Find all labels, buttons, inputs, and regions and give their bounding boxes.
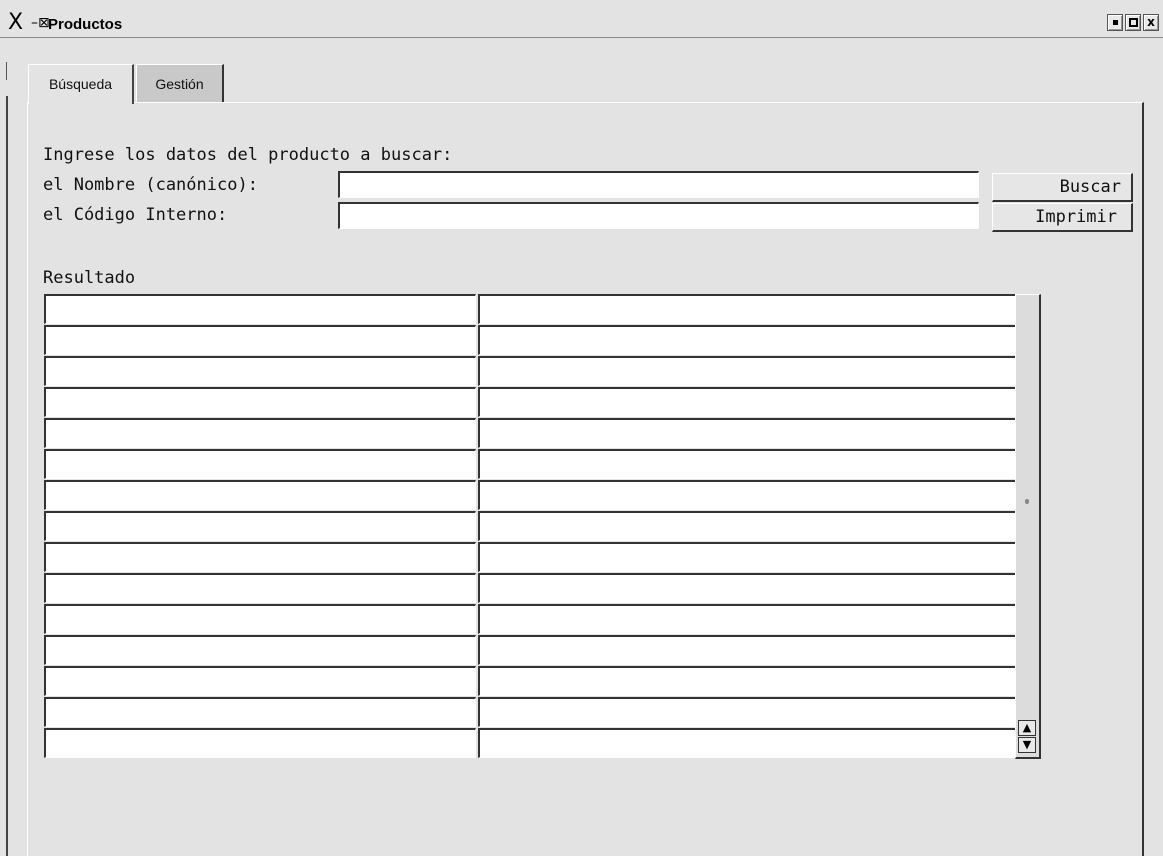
result-cell-col1[interactable] <box>44 573 476 603</box>
table-row <box>44 542 1016 573</box>
table-row <box>44 387 1016 418</box>
result-cell-col2[interactable] <box>478 697 1016 727</box>
result-cell-col1[interactable] <box>44 480 476 510</box>
result-cell-col2[interactable] <box>478 449 1016 479</box>
table-row <box>44 697 1016 728</box>
result-cell-col2[interactable] <box>478 573 1016 603</box>
tab-busqueda[interactable]: Búsqueda <box>28 64 134 104</box>
table-row <box>44 666 1016 697</box>
table-row <box>44 573 1016 604</box>
imprimir-button[interactable]: Imprimir <box>992 203 1133 232</box>
result-cell-col1[interactable] <box>44 356 476 386</box>
close-icon[interactable]: x <box>1143 14 1159 31</box>
tab-gestion[interactable]: Gestión <box>136 64 224 102</box>
minimize-icon[interactable] <box>1107 14 1123 31</box>
table-row <box>44 604 1016 635</box>
search-heading: Ingrese los datos del producto a buscar: <box>43 145 453 165</box>
results-grid <box>44 294 1016 759</box>
window-title: Productos <box>48 16 123 33</box>
table-row <box>44 356 1016 387</box>
result-cell-col2[interactable] <box>478 728 1016 758</box>
pin-icon[interactable]: –⊠ <box>31 14 50 32</box>
table-row <box>44 511 1016 542</box>
result-cell-col1[interactable] <box>44 449 476 479</box>
result-cell-col2[interactable] <box>478 666 1016 696</box>
result-cell-col1[interactable] <box>44 325 476 355</box>
code-label: el Código Interno: <box>43 205 228 225</box>
table-row <box>44 325 1016 356</box>
table-row <box>44 728 1016 759</box>
productos-window: X –⊠ Productos x Búsqueda Gestión Ingres… <box>0 0 1163 856</box>
result-cell-col1[interactable] <box>44 635 476 665</box>
table-row <box>44 418 1016 449</box>
scroll-thumb[interactable] <box>1025 499 1029 504</box>
results-label: Resultado <box>43 268 136 288</box>
buscar-button[interactable]: Buscar <box>992 173 1133 202</box>
table-row <box>44 449 1016 480</box>
table-row <box>44 480 1016 511</box>
result-cell-col1[interactable] <box>44 511 476 541</box>
title-bar[interactable]: X –⊠ Productos x <box>0 10 1163 38</box>
window-edge-mark <box>6 62 7 80</box>
result-cell-col1[interactable] <box>44 294 476 324</box>
name-label: el Nombre (canónico): <box>43 175 258 195</box>
result-cell-col1[interactable] <box>44 418 476 448</box>
result-cell-col1[interactable] <box>44 387 476 417</box>
result-cell-col2[interactable] <box>478 387 1016 417</box>
results-scrollbar[interactable]: ▲ ▼ <box>1015 294 1041 759</box>
result-cell-col2[interactable] <box>478 325 1016 355</box>
scroll-up-icon[interactable]: ▲ <box>1018 720 1036 736</box>
result-cell-col1[interactable] <box>44 697 476 727</box>
result-cell-col2[interactable] <box>478 635 1016 665</box>
result-cell-col2[interactable] <box>478 480 1016 510</box>
result-cell-col2[interactable] <box>478 294 1016 324</box>
result-cell-col1[interactable] <box>44 542 476 572</box>
maximize-icon[interactable] <box>1125 14 1141 31</box>
result-cell-col2[interactable] <box>478 356 1016 386</box>
result-cell-col2[interactable] <box>478 418 1016 448</box>
result-cell-col1[interactable] <box>44 666 476 696</box>
code-input[interactable] <box>338 202 979 229</box>
result-cell-col1[interactable] <box>44 604 476 634</box>
tab-busqueda-label: Búsqueda <box>48 76 113 92</box>
x-icon[interactable]: X <box>8 10 23 36</box>
result-cell-col1[interactable] <box>44 728 476 758</box>
name-input[interactable] <box>338 171 979 198</box>
result-cell-col2[interactable] <box>478 511 1016 541</box>
result-cell-col2[interactable] <box>478 604 1016 634</box>
window-left-border <box>6 96 8 856</box>
result-cell-col2[interactable] <box>478 542 1016 572</box>
tab-gestion-label: Gestión <box>155 76 204 92</box>
scroll-down-icon[interactable]: ▼ <box>1018 737 1036 753</box>
window-controls: x <box>1107 14 1159 31</box>
table-row <box>44 294 1016 325</box>
table-row <box>44 635 1016 666</box>
